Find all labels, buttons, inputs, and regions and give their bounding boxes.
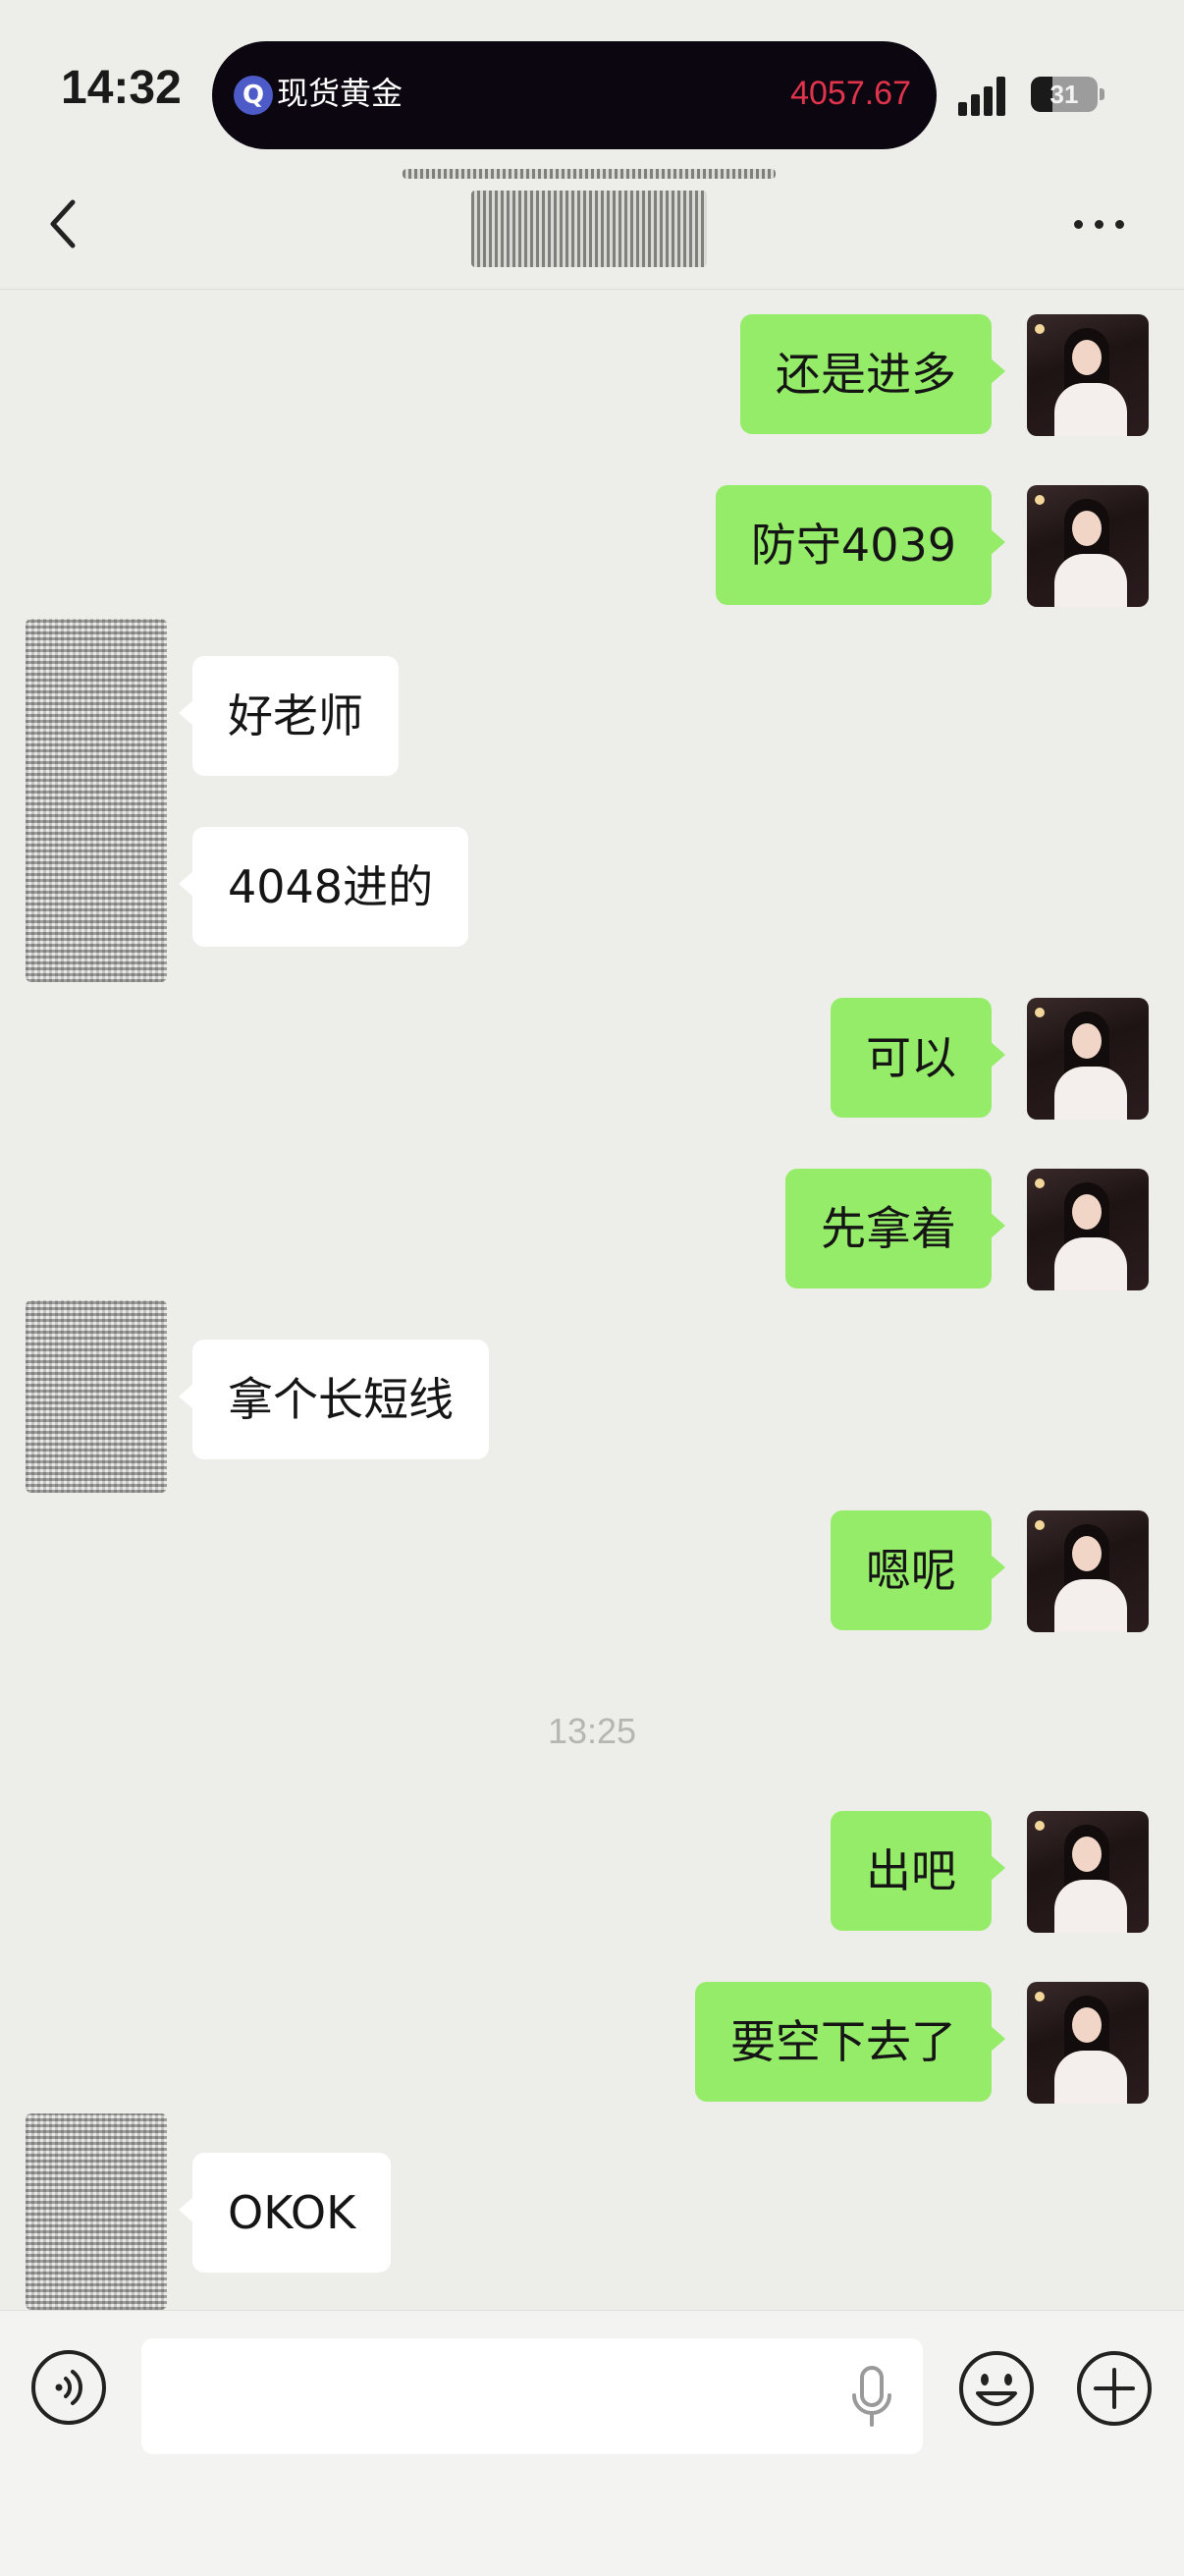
message-bubble-sent[interactable]: 嗯呢	[831, 1510, 1005, 1630]
message-bubble-received[interactable]: 好老师	[179, 656, 399, 776]
input-bar	[0, 2310, 1184, 2576]
message-list[interactable]: 还是进多 防守4039 好老师 4048进的 可以 先拿着 拿个长短线 嗯呢 1…	[0, 0, 1184, 2575]
my-avatar[interactable]	[1027, 1982, 1149, 2104]
voice-button[interactable]	[31, 2350, 106, 2425]
message-bubble-sent[interactable]: 还是进多	[740, 314, 1005, 434]
message-bubble-sent[interactable]: 先拿着	[785, 1169, 1005, 1288]
message-input[interactable]	[141, 2338, 923, 2454]
my-avatar[interactable]	[1027, 1510, 1149, 1632]
message-bubble-sent[interactable]: 出吧	[831, 1811, 1005, 1931]
my-avatar[interactable]	[1027, 998, 1149, 1120]
emoji-button[interactable]	[956, 2348, 1037, 2429]
message-bubble-sent[interactable]: 要空下去了	[695, 1982, 1005, 2102]
emoji-icon	[959, 2351, 1034, 2426]
my-avatar[interactable]	[1027, 1811, 1149, 1933]
message-bubble-received[interactable]: 4048进的	[178, 827, 469, 947]
my-avatar[interactable]	[1027, 485, 1149, 607]
contact-avatar-obscured[interactable]	[26, 619, 167, 982]
contact-avatar-obscured[interactable]	[26, 1300, 167, 1493]
my-avatar[interactable]	[1027, 314, 1149, 436]
mic-icon	[852, 2366, 891, 2427]
plus-button[interactable]	[1074, 2348, 1155, 2429]
my-avatar[interactable]	[1027, 1169, 1149, 1290]
message-bubble-received[interactable]: OKOK	[178, 2153, 392, 2273]
plus-icon	[1077, 2351, 1152, 2426]
mic-button[interactable]	[846, 2364, 897, 2433]
message-bubble-sent[interactable]: 可以	[831, 998, 1005, 1118]
message-bubble-received[interactable]: 拿个长短线	[179, 1340, 489, 1459]
contact-avatar-obscured[interactable]	[26, 2113, 167, 2310]
voice-icon	[55, 2370, 82, 2405]
message-timestamp: 13:25	[547, 1711, 637, 1751]
message-bubble-sent[interactable]: 防守4039	[715, 485, 1006, 605]
